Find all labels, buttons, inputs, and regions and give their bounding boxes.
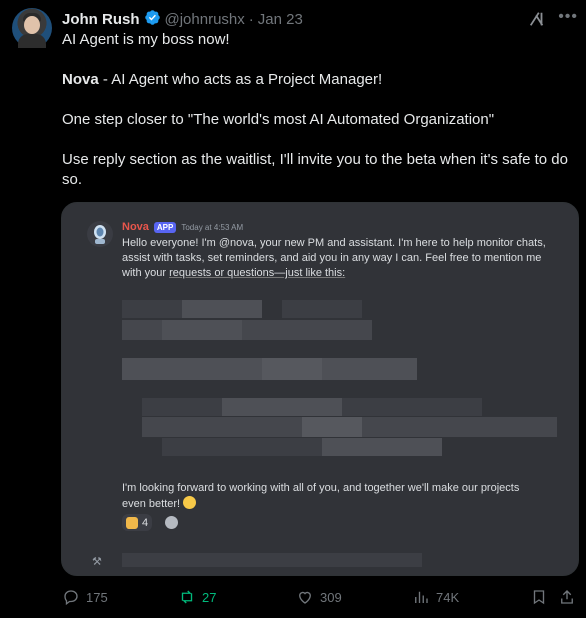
message-closing: I'm looking forward to working with all … [122,481,542,512]
app-badge: APP [153,221,177,233]
share-button[interactable] [558,588,576,606]
like-count: 309 [320,589,342,605]
wave-emoji-icon [126,516,138,529]
more-icon[interactable]: ••• [558,8,578,26]
message-body: Hello everyone! I'm @nova, your new PM a… [122,236,562,281]
blurred-block [302,417,362,437]
message-header: Nova APP Today at 4:53 AM [122,221,243,233]
nova-avatar [87,221,113,247]
blurred-block [222,398,342,416]
like-button[interactable]: 309 [296,588,342,606]
closing-text: I'm looking forward to working with all … [122,482,520,510]
blurred-block [162,320,242,340]
bookmark-icon [533,590,545,605]
blurred-block [322,438,442,456]
smile-emoji-icon [183,496,197,509]
retweet-count: 27 [202,589,217,605]
retweet-icon [181,590,193,604]
bookmark-button[interactable] [530,588,548,606]
tweet-media[interactable]: Nova APP Today at 4:53 AM Hello everyone… [61,202,579,576]
view-count: 74K [436,589,460,605]
blurred-block [122,553,422,567]
tweet-date[interactable]: Jan 23 [258,11,303,28]
author-name[interactable]: John Rush [62,11,140,28]
hammer-icon: ⚒ [92,556,102,568]
author-avatar[interactable] [12,8,52,48]
reply-count: 175 [86,589,108,605]
verified-icon [144,9,161,30]
reply-button[interactable]: 175 [62,588,108,606]
blurred-block [282,300,362,318]
like-icon [299,591,311,604]
nova-bold: Nova [62,71,99,88]
tweet-line-4: Use reply section as the waitlist, I'll … [62,151,568,188]
separator-dot: · [248,11,254,28]
bot-name: Nova [122,221,149,233]
tweet-header: John Rush @johnrushx · Jan 23 [62,9,303,30]
views-button[interactable]: 74K [412,588,459,606]
tweet-line-2-rest: - AI Agent who acts as a Project Manager… [98,71,383,88]
avatar-shirt [18,34,46,48]
blurred-block [122,320,372,340]
message-time: Today at 4:53 AM [181,222,244,232]
blurred-block [262,358,322,380]
tweet-line-3: One step closer to "The world's most AI … [62,111,495,128]
blurred-block [162,438,322,456]
reaction-count: 4 [142,516,149,529]
reply-icon [64,590,78,606]
avatar-face [24,16,40,34]
tweet-text: AI Agent is my boss now! Nova - AI Agent… [62,30,572,210]
tweet-line-2: Nova - AI Agent who acts as a Project Ma… [62,70,572,90]
message-link: requests or questions—just like this: [169,267,346,279]
blurred-block [182,300,262,318]
wave-reaction[interactable]: 4 [122,514,153,531]
grok-icon[interactable] [528,10,546,28]
tweet-actions: 175 27 309 74K [62,588,582,610]
retweet-button[interactable]: 27 [178,588,216,606]
tweet-line-1: AI Agent is my boss now! [62,31,230,48]
share-icon [561,590,573,604]
add-reaction-icon[interactable] [165,516,178,529]
author-handle[interactable]: @johnrushx [165,11,245,28]
views-icon [415,591,428,603]
